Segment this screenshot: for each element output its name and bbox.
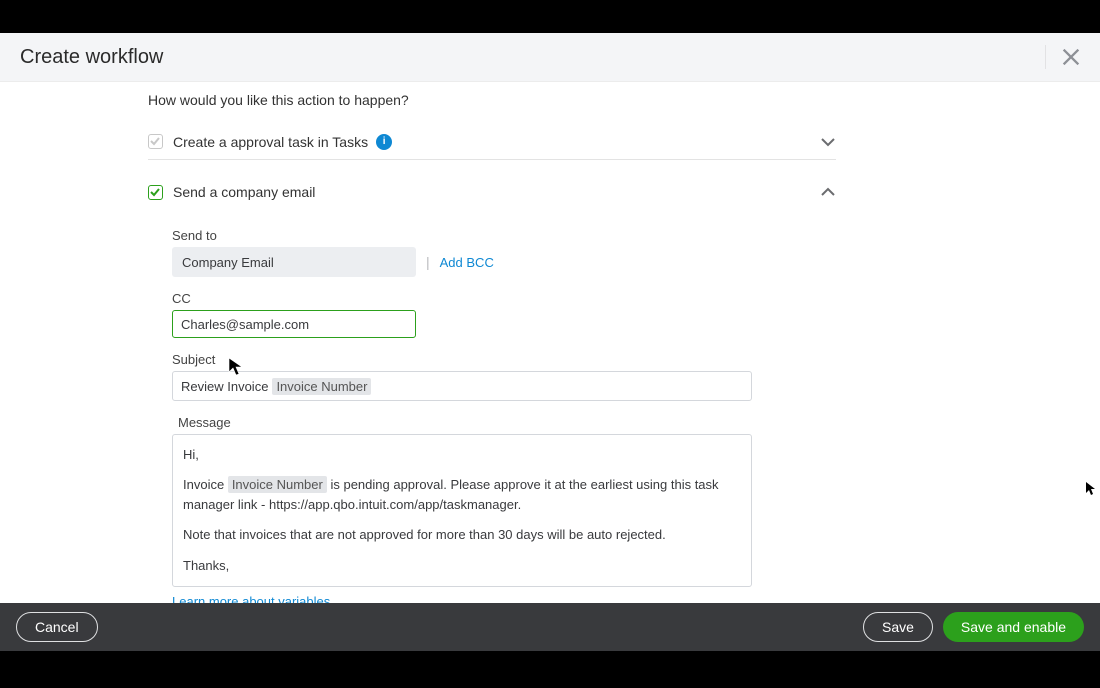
checkbox-company-email[interactable] <box>148 185 163 200</box>
checkbox-approval-task[interactable] <box>148 134 163 149</box>
message-label: Message <box>178 415 836 430</box>
send-to-label: Send to <box>172 228 836 243</box>
question-text: How would you like this action to happen… <box>148 92 836 108</box>
message-input[interactable]: Hi, Invoice Invoice Number is pending ap… <box>172 434 752 587</box>
modal-title: Create workflow <box>20 46 163 69</box>
msg-thanks: Thanks, <box>183 556 741 576</box>
save-enable-button[interactable]: Save and enable <box>943 612 1084 642</box>
close-icon[interactable] <box>1060 46 1082 68</box>
divider: | <box>426 254 430 270</box>
msg-body1: Invoice Invoice Number is pending approv… <box>183 475 741 515</box>
save-button[interactable]: Save <box>863 612 933 642</box>
company-email-body: Send to Company Email | Add BCC CC Subje… <box>148 210 836 603</box>
action-label: Create a approval task in Tasks <box>173 134 368 150</box>
modal-content: How would you like this action to happen… <box>0 82 1100 603</box>
info-icon[interactable]: i <box>376 134 392 150</box>
cc-label: CC <box>172 291 836 306</box>
chevron-up-icon <box>820 184 836 200</box>
action-approval-task[interactable]: Create a approval task in Tasks i <box>148 124 836 160</box>
action-company-email[interactable]: Send a company email <box>148 174 836 210</box>
msg-greeting: Hi, <box>183 445 741 465</box>
header-divider <box>1045 45 1046 69</box>
send-to-value: Company Email <box>182 255 274 270</box>
send-to-field[interactable]: Company Email <box>172 247 416 277</box>
add-bcc-link[interactable]: Add BCC <box>440 255 494 270</box>
cc-input[interactable] <box>172 310 416 338</box>
modal-header: Create workflow <box>0 33 1100 82</box>
subject-label: Subject <box>172 352 836 367</box>
cancel-button[interactable]: Cancel <box>16 612 98 642</box>
learn-more-link[interactable]: Learn more about variables <box>172 594 330 603</box>
subject-input[interactable]: Review Invoice Invoice Number <box>172 371 752 401</box>
chevron-down-icon <box>820 134 836 150</box>
msg-body2: Note that invoices that are not approved… <box>183 525 741 545</box>
variable-chip: Invoice Number <box>272 378 371 395</box>
modal-footer: Cancel Save Save and enable <box>0 603 1100 651</box>
variable-chip: Invoice Number <box>228 476 327 493</box>
subject-text: Review Invoice <box>181 379 268 394</box>
action-label: Send a company email <box>173 184 315 200</box>
